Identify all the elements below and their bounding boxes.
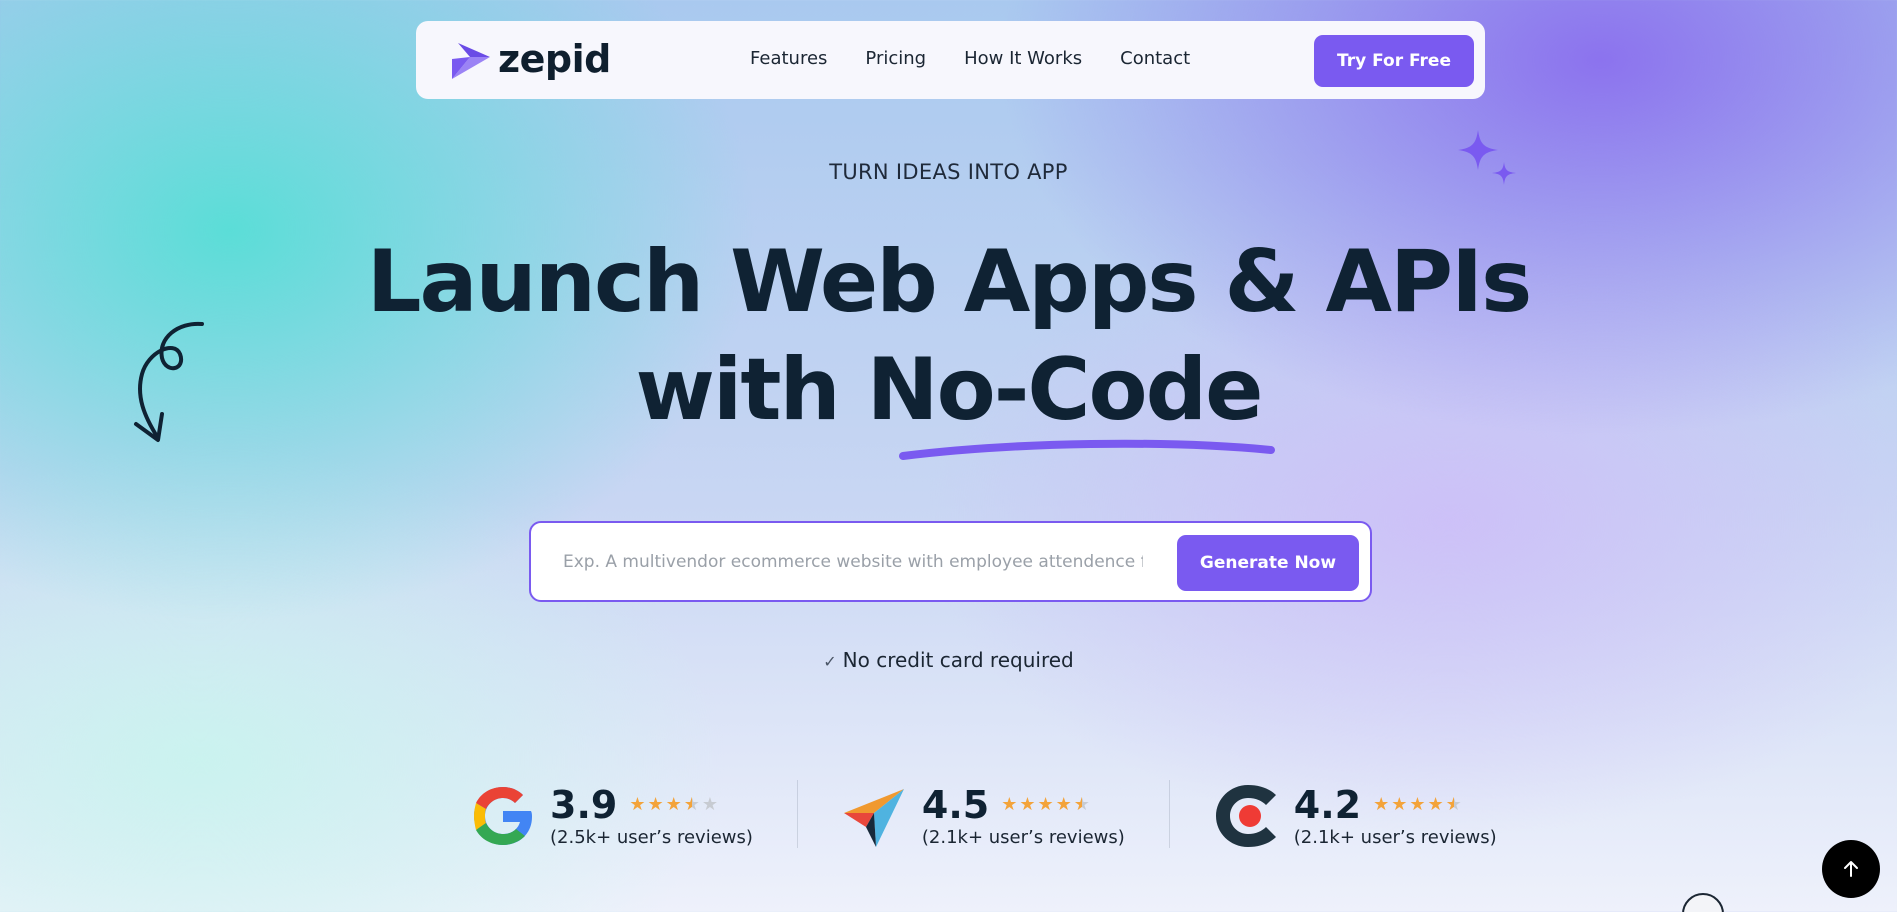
star-icon: ★: [629, 794, 646, 815]
nav-links: Features Pricing How It Works Contact: [750, 48, 1228, 69]
rating-score: 4.2: [1293, 782, 1362, 827]
rating-info: 3.9 ★ ★ ★ ★ ★ (2.5k+ user’s reviews): [550, 785, 753, 848]
headline-prefix: with: [635, 340, 867, 440]
star-icon: ★: [1409, 794, 1426, 815]
rating-reviews: (2.1k+ user’s reviews): [921, 826, 1125, 848]
rating-capterra: 4.2 ★ ★ ★ ★ ★ (2.1k+ user’s reviews): [1214, 780, 1497, 852]
google-logo-icon: [474, 787, 532, 845]
ratings-row: 3.9 ★ ★ ★ ★ ★ (2.5k+ user’s reviews) 4.5: [470, 780, 1497, 852]
arrow-up-icon: [1844, 861, 1858, 877]
rating-info: 4.5 ★ ★ ★ ★ ★ (2.1k+ user’s reviews): [922, 785, 1125, 848]
star-rating: ★ ★ ★ ★ ★: [1001, 794, 1092, 815]
rating-score-row: 4.2 ★ ★ ★ ★ ★: [1294, 785, 1497, 825]
try-for-free-button[interactable]: Try For Free: [1314, 35, 1474, 87]
top-navbar: zepid Features Pricing How It Works Cont…: [416, 21, 1485, 99]
nav-link-how-it-works[interactable]: How It Works: [964, 48, 1082, 69]
brush-underline-icon: [898, 439, 1275, 460]
rating-score: 3.9: [550, 782, 618, 827]
rating-info: 4.2 ★ ★ ★ ★ ★ (2.1k+ user’s reviews): [1294, 785, 1497, 848]
check-icon: ✓: [823, 652, 837, 671]
headline-line-1: Launch Web Apps & APIs: [366, 232, 1533, 332]
rating-score-row: 3.9 ★ ★ ★ ★ ★: [550, 785, 753, 825]
star-icon: ★: [1001, 794, 1018, 815]
half-star-icon: ★: [1445, 794, 1462, 815]
headline-highlight: No-Code: [866, 336, 1275, 460]
half-star-icon: ★: [683, 794, 700, 815]
capterra-logo-icon: [1215, 785, 1276, 847]
star-icon: ★: [1019, 794, 1036, 815]
star-icon: ★: [1055, 794, 1072, 815]
product-logo-icon: [843, 789, 904, 847]
scroll-to-top-button[interactable]: [1822, 840, 1880, 898]
no-credit-card-text: No credit card required: [842, 648, 1074, 672]
divider: [1168, 780, 1170, 848]
rating-score: 4.5: [921, 782, 990, 827]
brand-name: zepid: [498, 37, 611, 81]
star-rating: ★ ★ ★ ★ ★: [629, 794, 720, 815]
star-icon: ★: [1391, 794, 1408, 815]
star-icon: ★: [1037, 794, 1054, 815]
app-idea-prompt: Generate Now: [529, 521, 1372, 602]
star-icon: ★: [647, 794, 664, 815]
rating-reviews: (2.1k+ user’s reviews): [1293, 826, 1497, 848]
brand-logo[interactable]: zepid: [448, 37, 611, 81]
app-idea-input[interactable]: [563, 543, 1143, 581]
star-rating: ★ ★ ★ ★ ★: [1373, 794, 1464, 815]
rating-product: 4.5 ★ ★ ★ ★ ★ (2.1k+ user’s reviews): [842, 780, 1125, 852]
generate-now-button[interactable]: Generate Now: [1177, 535, 1359, 591]
rating-reviews: (2.5k+ user’s reviews): [550, 826, 753, 848]
headline-highlight-text: No-Code: [866, 340, 1264, 440]
nav-link-pricing[interactable]: Pricing: [865, 48, 926, 69]
rating-score-row: 4.5 ★ ★ ★ ★ ★: [922, 785, 1125, 825]
empty-star-icon: ★: [701, 794, 719, 815]
hero-eyebrow: TURN IDEAS INTO APP: [829, 160, 1068, 184]
zepid-arrow-logo-icon: [452, 43, 490, 79]
star-icon: ★: [665, 794, 682, 815]
nav-link-contact[interactable]: Contact: [1120, 48, 1190, 69]
no-credit-card-note: ✓ No credit card required: [0, 648, 1897, 672]
curly-arrow-icon: [134, 321, 204, 442]
rating-google: 3.9 ★ ★ ★ ★ ★ (2.5k+ user’s reviews): [470, 780, 753, 852]
half-star-icon: ★: [1073, 794, 1090, 815]
divider: [796, 780, 798, 848]
star-icon: ★: [1427, 794, 1444, 815]
chat-widget-icon[interactable]: [1682, 893, 1724, 912]
star-icon: ★: [1373, 794, 1390, 815]
nav-link-features[interactable]: Features: [750, 48, 827, 69]
headline-line-2: with No-Code: [0, 336, 1897, 460]
hero-headline: Launch Web Apps & APIs with No-Code: [0, 228, 1897, 460]
